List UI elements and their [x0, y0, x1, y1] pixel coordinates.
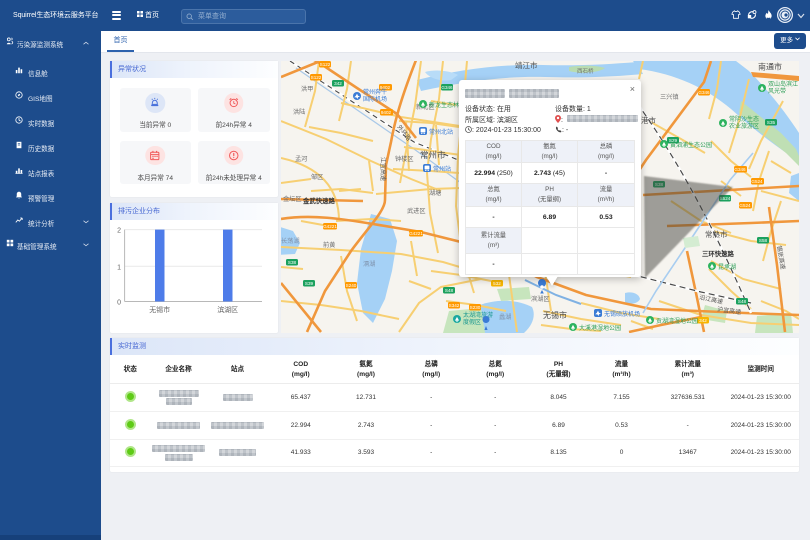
svg-text:国际机场: 国际机场	[363, 95, 387, 103]
svg-text:S39: S39	[305, 281, 314, 286]
svg-text:钟楼区: 钟楼区	[395, 155, 414, 163]
svg-text:黄泗浦生态公园: 黄泗浦生态公园	[670, 141, 712, 149]
svg-text:洪陆: 洪陆	[293, 108, 305, 116]
svg-text:无锡硕放机场: 无锡硕放机场	[604, 310, 640, 318]
svg-text:度假区: 度假区	[463, 318, 481, 326]
svg-text:S122: S122	[311, 75, 322, 80]
svg-text:9402: 9402	[381, 110, 392, 115]
svg-text:金武快速路: 金武快速路	[302, 196, 336, 205]
svg-text:G346: G346	[441, 85, 453, 90]
svg-text:风光带: 风光带	[768, 87, 786, 95]
svg-text:南通市: 南通市	[758, 62, 782, 72]
svg-text:昆承湖: 昆承湖	[718, 263, 736, 271]
svg-text:常州站: 常州站	[433, 165, 451, 173]
svg-text:无锡市: 无锡市	[543, 310, 567, 320]
svg-text:金坛区: 金坛区	[283, 195, 302, 203]
svg-text:S58: S58	[759, 238, 768, 243]
svg-text:前黄: 前黄	[323, 241, 335, 249]
svg-text:G346: G346	[698, 90, 710, 95]
svg-text:双山岛滨江: 双山岛滨江	[768, 80, 798, 88]
svg-text:2: 2	[117, 227, 121, 234]
svg-text:西石桥: 西石桥	[577, 67, 594, 75]
svg-text:洪甲: 洪甲	[301, 85, 313, 93]
svg-text:三环快速路: 三环快速路	[702, 249, 735, 258]
svg-text:常州奔牛: 常州奔牛	[363, 88, 387, 96]
svg-text:常州北站: 常州北站	[429, 128, 453, 136]
svg-text:大溪港湿地公园: 大溪港湿地公园	[579, 324, 621, 332]
svg-text:滨湖区: 滨湖区	[217, 305, 238, 314]
svg-text:三兴镇: 三兴镇	[660, 93, 679, 101]
svg-text:江宜高速: 江宜高速	[379, 157, 387, 181]
svg-text:农业旅游区: 农业旅游区	[729, 122, 759, 130]
svg-text:532: 532	[493, 281, 501, 286]
svg-text:邹区: 邹区	[311, 173, 323, 181]
svg-text:0: 0	[117, 299, 121, 306]
svg-text:贡湖湾湿地公园: 贡湖湾湿地公园	[656, 317, 698, 325]
svg-text:G4221: G4221	[323, 224, 337, 229]
svg-text:G4221: G4221	[409, 231, 423, 236]
svg-text:342: 342	[699, 318, 707, 323]
svg-text:滆湖: 滆湖	[363, 260, 375, 268]
svg-text:湖塘: 湖塘	[429, 189, 441, 197]
svg-text:蠡湖: 蠡湖	[499, 313, 511, 321]
svg-text:G524: G524	[739, 203, 751, 208]
svg-text:S48: S48	[738, 299, 747, 304]
svg-text:新龙生态林: 新龙生态林	[429, 101, 459, 109]
svg-text:滨湖区: 滨湖区	[531, 295, 550, 303]
svg-text:常熟市: 常熟市	[705, 229, 728, 239]
svg-text:常阴沙生态: 常阴沙生态	[729, 115, 759, 123]
svg-text:靖江市: 靖江市	[515, 61, 538, 70]
svg-text:1: 1	[117, 264, 121, 271]
svg-text:S122: S122	[320, 62, 331, 67]
svg-text:孟河: 孟河	[295, 155, 307, 163]
svg-text:S240: S240	[346, 283, 357, 288]
svg-text:长荡湖: 长荡湖	[281, 237, 300, 245]
svg-text:G346: G346	[734, 167, 746, 172]
svg-text:S230: S230	[470, 305, 481, 310]
svg-text:S48: S48	[445, 288, 454, 293]
svg-text:无锡市: 无锡市	[149, 305, 170, 314]
svg-text:S342: S342	[449, 303, 460, 308]
svg-text:常州市: 常州市	[420, 150, 446, 160]
svg-text:S35: S35	[767, 120, 776, 125]
svg-text:G524: G524	[751, 179, 763, 184]
svg-text:S38: S38	[288, 260, 297, 265]
svg-text:342: 342	[334, 81, 342, 86]
svg-text:武进区: 武进区	[407, 207, 426, 215]
